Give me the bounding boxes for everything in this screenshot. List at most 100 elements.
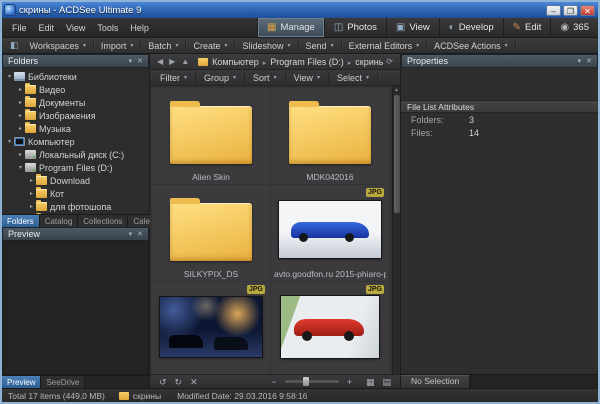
filter-dropdown[interactable]: Filter: [152, 73, 196, 83]
mode-tab[interactable]: Develop: [439, 18, 503, 37]
preview-panel-tab[interactable]: Preview: [2, 376, 41, 388]
toolbar-dropdown[interactable]: Send: [299, 41, 342, 51]
expand-twisty-icon[interactable]: [16, 86, 25, 93]
tree-item[interactable]: Program Files (D:): [2, 161, 149, 174]
file-grid-item[interactable]: JPG: [271, 282, 389, 374]
tree-item[interactable]: Кот: [2, 187, 149, 200]
tree-item-label: Download: [50, 176, 90, 186]
tree-item-icon: [25, 85, 36, 94]
toolbar-dropdown[interactable]: Workspaces: [23, 41, 94, 51]
toolbar-dropdown[interactable]: Batch: [141, 41, 186, 51]
grid-wrap: Alien Skin MDK042016: [150, 86, 400, 374]
tree-item[interactable]: для фотошопа: [2, 200, 149, 213]
no-selection-tab[interactable]: No Selection: [401, 375, 470, 388]
scrollbar-thumb[interactable]: [394, 95, 400, 213]
toolbar-dropdown[interactable]: Import: [94, 41, 142, 51]
zoom-slider[interactable]: [285, 380, 339, 383]
zoom-out-icon[interactable]: −: [267, 375, 280, 389]
delete-icon[interactable]: ✕: [186, 375, 202, 389]
toolbar-dropdown[interactable]: Slideshow: [235, 41, 298, 51]
properties-pane-header: Properties ▾ ✕: [401, 54, 598, 68]
expand-twisty-icon[interactable]: [16, 164, 25, 171]
tree-item[interactable]: Библиотеки: [2, 70, 149, 83]
close-pane-icon[interactable]: ✕: [586, 57, 592, 65]
left-panel-tab[interactable]: Folders: [2, 215, 40, 227]
pin-icon[interactable]: ▾: [129, 230, 133, 238]
preview-panel-tab[interactable]: SeeDrive: [41, 376, 85, 388]
details-view-icon[interactable]: ▤: [378, 375, 395, 389]
rotate-left-icon[interactable]: ↺: [155, 375, 171, 389]
mode-tab[interactable]: Manage: [257, 18, 324, 37]
forward-icon[interactable]: ▶: [166, 57, 178, 66]
close-pane-icon[interactable]: ✕: [137, 57, 143, 65]
menu-item[interactable]: View: [60, 18, 91, 38]
file-grid-item[interactable]: JPG: [152, 282, 270, 374]
tree-item[interactable]: Видео: [2, 83, 149, 96]
scroll-up-icon[interactable]: ▲: [394, 86, 399, 94]
mode-tab[interactable]: 365: [550, 18, 598, 37]
zoom-slider-thumb[interactable]: [303, 377, 309, 386]
expand-twisty-icon[interactable]: [27, 177, 36, 184]
close-button[interactable]: ✕: [580, 5, 595, 16]
expand-twisty-icon[interactable]: [27, 203, 36, 210]
tree-item-label: Локальный диск (C:): [39, 150, 124, 160]
tree-item[interactable]: Изображения: [2, 109, 149, 122]
left-panel-tab[interactable]: Catalog: [40, 215, 79, 227]
status-folder-icon: [119, 392, 129, 400]
menu-item[interactable]: Help: [124, 18, 155, 38]
back-icon[interactable]: ◀: [154, 57, 166, 66]
breadcrumb-item[interactable]: скрины: [355, 57, 383, 67]
breadcrumb: Компьютер Program Files (D:) скрины: [212, 57, 383, 67]
mode-tab[interactable]: Photos: [324, 18, 386, 37]
left-panel-tab[interactable]: Collections: [78, 215, 128, 227]
toolbar-dropdown[interactable]: External Editors: [342, 41, 428, 51]
tree-item[interactable]: Документы: [2, 96, 149, 109]
grid-scrollbar[interactable]: ▲: [392, 86, 400, 374]
expand-twisty-icon[interactable]: [16, 112, 25, 119]
filter-dropdown[interactable]: Select: [329, 73, 378, 83]
image-thumbnail: [281, 296, 379, 358]
filter-dropdown[interactable]: View: [286, 73, 329, 83]
expand-twisty-icon[interactable]: [16, 99, 25, 106]
pin-icon[interactable]: ▾: [129, 57, 133, 65]
mode-tab-icon: [513, 23, 521, 33]
tree-item[interactable]: Компьютер: [2, 135, 149, 148]
rotate-right-icon[interactable]: ↻: [171, 375, 187, 389]
expand-twisty-icon[interactable]: [16, 125, 25, 132]
breadcrumb-item[interactable]: Program Files (D:): [270, 57, 355, 67]
filter-dropdown[interactable]: Group: [196, 73, 245, 83]
minimize-button[interactable]: –: [546, 5, 561, 16]
filter-dropdown[interactable]: Sort: [245, 73, 286, 83]
menu-item[interactable]: Tools: [91, 18, 124, 38]
toolbar-dropdown[interactable]: Create: [186, 41, 235, 51]
zoom-in-icon[interactable]: +: [343, 375, 356, 389]
toolbar-dropdown[interactable]: ACDSee Actions: [427, 41, 516, 51]
up-icon[interactable]: ▲: [178, 57, 192, 66]
expand-twisty-icon[interactable]: [27, 190, 36, 197]
expand-twisty-icon[interactable]: [5, 73, 14, 80]
properties-panel: Properties ▾ ✕ File List Attributes Fold…: [400, 54, 598, 388]
refresh-icon[interactable]: ⟳: [383, 57, 396, 66]
tree-item[interactable]: Download: [2, 174, 149, 187]
thumbnails-view-icon[interactable]: ▦: [362, 375, 379, 389]
file-grid-item[interactable]: MDK042016: [271, 88, 389, 184]
menu-item[interactable]: File: [6, 18, 33, 38]
file-grid-item[interactable]: Alien Skin: [152, 88, 270, 184]
mode-tab[interactable]: View: [386, 18, 439, 37]
file-grid-item[interactable]: SILKYPIX_DS: [152, 185, 270, 281]
menu-item[interactable]: Edit: [33, 18, 61, 38]
mode-tab[interactable]: Edit: [503, 18, 551, 37]
layout-toggle-icon[interactable]: ◧: [6, 40, 23, 51]
pin-icon[interactable]: ▾: [578, 57, 582, 65]
close-pane-icon[interactable]: ✕: [137, 230, 143, 238]
breadcrumb-item[interactable]: Компьютер: [212, 57, 270, 67]
expand-twisty-icon[interactable]: [16, 151, 25, 158]
maximize-button[interactable]: ❐: [563, 5, 578, 16]
tree-item[interactable]: Локальный диск (C:): [2, 148, 149, 161]
thumbnail-wrap: [271, 282, 389, 366]
expand-twisty-icon[interactable]: [5, 138, 14, 145]
tree-item-label: Изображения: [39, 111, 96, 121]
tree-item[interactable]: Музыка: [2, 122, 149, 135]
title-bar[interactable]: скрины - ACDSee Ultimate 9 – ❐ ✕: [2, 2, 598, 18]
file-grid-item[interactable]: JPG avto.goodfon.ru 2015-phiaro-p75-co..…: [271, 185, 389, 281]
